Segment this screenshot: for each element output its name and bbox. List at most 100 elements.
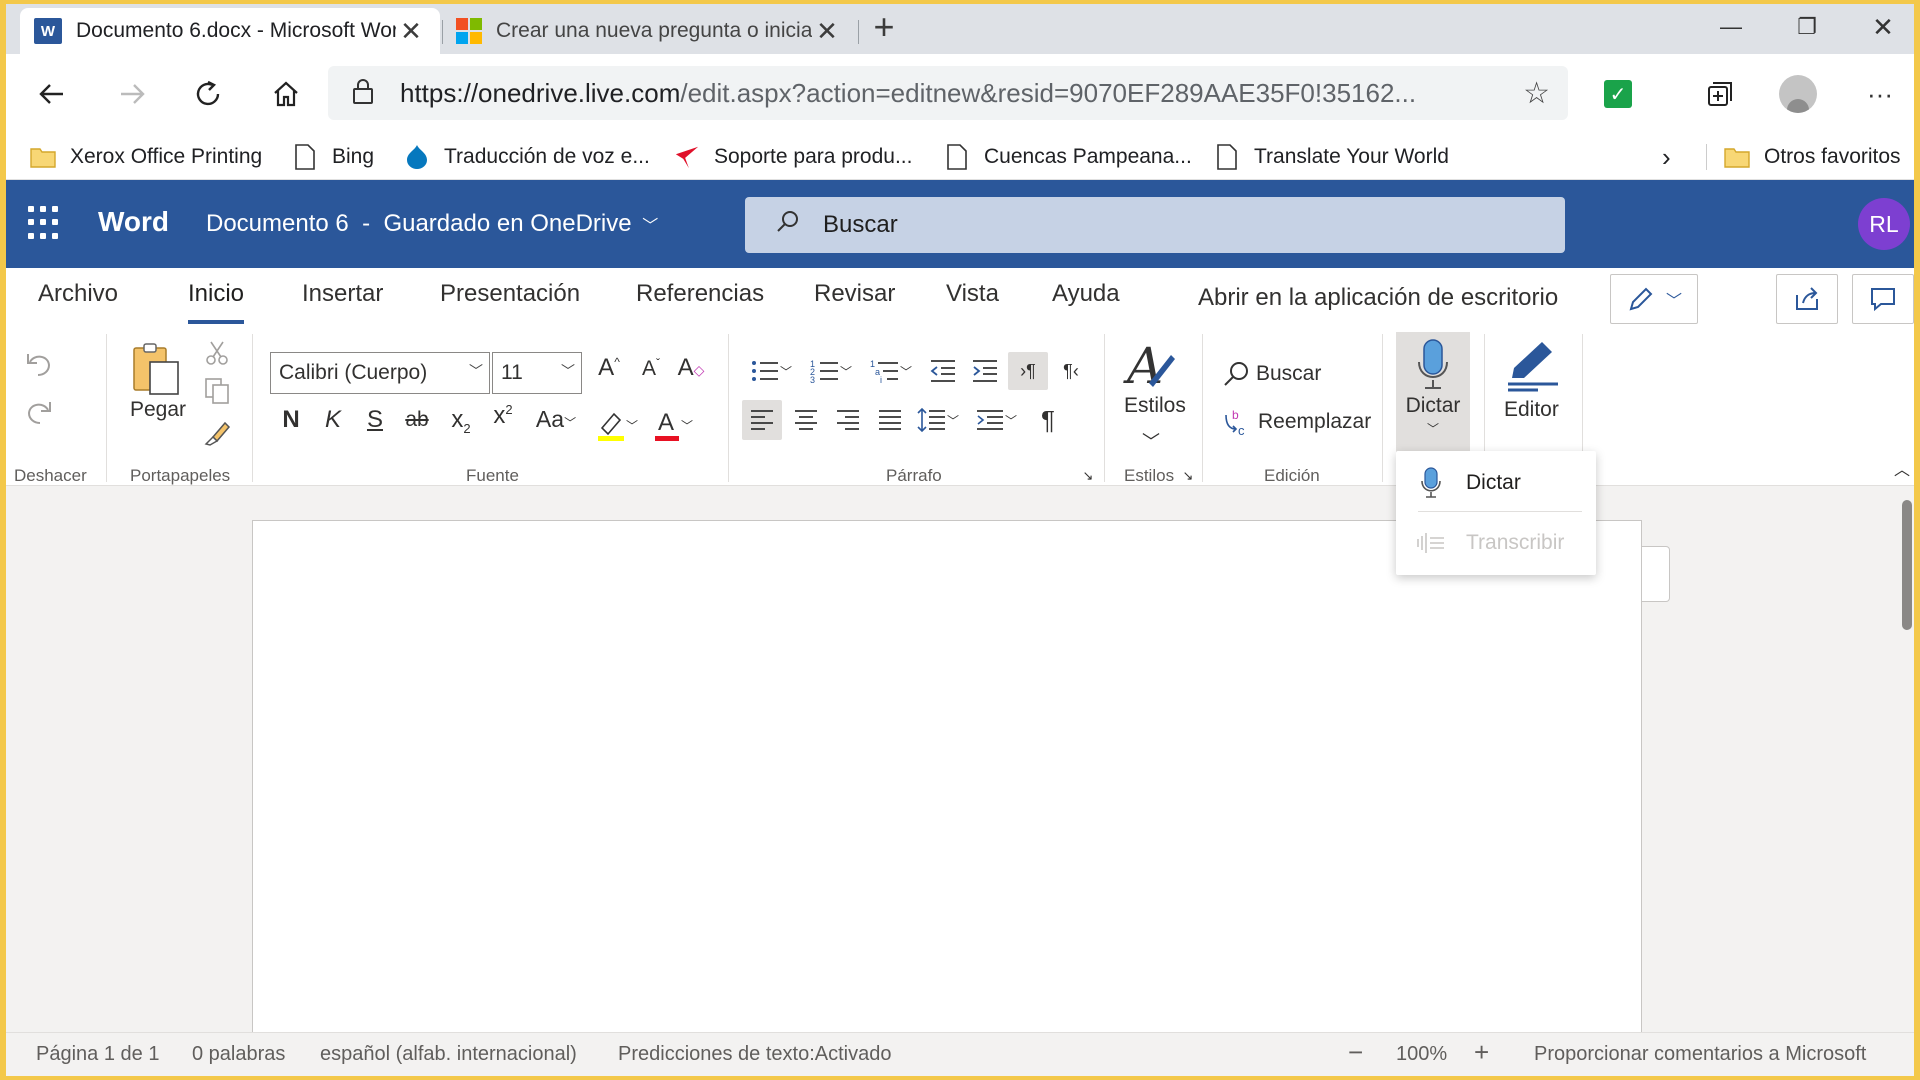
forward-button[interactable]	[108, 70, 156, 118]
align-center-icon[interactable]	[786, 400, 826, 440]
page-side-handle[interactable]	[1642, 546, 1670, 602]
paste-button[interactable]: Pegar	[130, 398, 186, 422]
shrink-font-icon[interactable]: Aˇ	[634, 356, 668, 381]
more-menu-button[interactable]: ···	[1856, 70, 1904, 118]
redo-icon[interactable]	[22, 396, 56, 430]
extension-check-icon[interactable]: ✓	[1594, 70, 1642, 118]
comments-button[interactable]	[1852, 274, 1914, 324]
tab-presentacion[interactable]: Presentación	[440, 280, 580, 308]
collapse-ribbon-icon[interactable]: ︿	[1892, 458, 1912, 479]
favorite-cuencas[interactable]: Cuencas Pampeana...	[944, 140, 1192, 174]
share-button[interactable]	[1776, 274, 1838, 324]
tab-archivo[interactable]: Archivo	[38, 280, 118, 308]
dictate-split-button[interactable]: Dictar ﹀	[1396, 332, 1470, 458]
highlight-color-button[interactable]: ﹀	[590, 406, 644, 444]
favorite-xerox[interactable]: Xerox Office Printing	[30, 140, 262, 174]
ltr-paragraph-icon[interactable]: ›¶	[1008, 352, 1048, 390]
tab-microsoft-community[interactable]: Crear una nueva pregunta o iniciar una d…	[442, 8, 856, 54]
increase-indent-icon[interactable]	[968, 354, 1002, 388]
grow-font-icon[interactable]: A^	[592, 354, 626, 382]
replace-button[interactable]: bc Reemplazar	[1222, 404, 1390, 440]
tab-ayuda[interactable]: Ayuda	[1052, 280, 1120, 308]
refresh-button[interactable]	[184, 70, 232, 118]
paste-icon[interactable]	[128, 338, 184, 400]
tab-word-document[interactable]: W Documento 6.docx - Microsoft Word Onli…	[20, 8, 440, 54]
text-predictions-status[interactable]: Predicciones de texto:Activado	[618, 1043, 892, 1066]
app-launcher-icon[interactable]	[28, 206, 62, 240]
close-tab-icon[interactable]: ✕	[812, 16, 842, 47]
chevron-right-icon[interactable]: ›	[1662, 140, 1671, 174]
dictate-menu-item[interactable]: Dictar	[1396, 457, 1596, 509]
strikethrough-button[interactable]: ab	[400, 408, 434, 432]
favorite-translate[interactable]: Translate Your World	[1214, 140, 1449, 174]
zoom-in-icon[interactable]: +	[1474, 1037, 1489, 1068]
italic-button[interactable]: K	[316, 406, 350, 434]
tab-revisar[interactable]: Revisar	[814, 280, 895, 308]
find-button[interactable]: Buscar	[1222, 356, 1390, 392]
styles-dialog-launcher-icon[interactable]: ↘	[1180, 468, 1196, 484]
tab-inicio[interactable]: Inicio	[188, 280, 245, 324]
underline-button[interactable]: S	[358, 406, 392, 434]
clear-formatting-icon[interactable]: A◇	[674, 354, 708, 382]
format-painter-icon[interactable]	[202, 416, 234, 448]
zoom-out-icon[interactable]: −	[1348, 1037, 1363, 1068]
close-tab-icon[interactable]: ✕	[396, 16, 426, 47]
word-count[interactable]: 0 palabras	[192, 1043, 285, 1066]
paragraph-spacing-button[interactable]: ﹀	[970, 400, 1022, 440]
restore-button[interactable]: ❐	[1772, 4, 1842, 50]
show-formatting-icon[interactable]: ¶	[1028, 400, 1068, 440]
editor-icon[interactable]	[1502, 336, 1564, 398]
rtl-paragraph-icon[interactable]: ¶‹	[1052, 352, 1090, 390]
font-size-dropdown[interactable]: 11 ﹀	[492, 352, 582, 394]
subscript-button[interactable]: x2	[444, 406, 478, 436]
cut-icon[interactable]	[202, 338, 232, 368]
favorite-soporte[interactable]: Soporte para produ...	[674, 140, 912, 174]
tab-insertar[interactable]: Insertar	[302, 280, 383, 308]
styles-button[interactable]: Estilos	[1124, 394, 1186, 418]
lock-icon[interactable]	[350, 76, 390, 111]
user-avatar[interactable]: RL	[1858, 198, 1910, 250]
editing-mode-button[interactable]: ﹀	[1610, 274, 1698, 324]
home-button[interactable]	[262, 70, 310, 118]
decrease-indent-icon[interactable]	[926, 354, 960, 388]
vertical-scrollbar[interactable]	[1902, 500, 1912, 630]
font-color-button[interactable]: A ﹀	[648, 406, 698, 444]
change-case-button[interactable]: Aa﹀	[528, 406, 584, 433]
editor-button[interactable]: Editor	[1504, 398, 1559, 422]
font-name-dropdown[interactable]: Calibri (Cuerpo) ﹀	[270, 352, 490, 394]
close-window-button[interactable]: ✕	[1848, 4, 1914, 50]
undo-icon[interactable]	[22, 348, 56, 382]
document-page[interactable]	[252, 520, 1642, 1050]
favorite-star-icon[interactable]: ☆	[1523, 76, 1550, 111]
paragraph-dialog-launcher-icon[interactable]: ↘	[1080, 468, 1096, 484]
justify-icon[interactable]	[870, 400, 910, 440]
address-bar[interactable]: https://onedrive.live.com/edit.aspx?acti…	[328, 66, 1568, 120]
minimize-button[interactable]: —	[1696, 4, 1766, 50]
back-button[interactable]	[28, 70, 76, 118]
line-spacing-button[interactable]: ﹀	[912, 400, 964, 440]
profile-button[interactable]	[1774, 70, 1822, 118]
numbering-button[interactable]: 1 2 3 ﹀	[806, 354, 856, 388]
favorite-bing[interactable]: Bing	[292, 140, 374, 174]
styles-expand-chevron-icon[interactable]: ﹀	[1136, 428, 1166, 454]
url-text[interactable]: https://onedrive.live.com/edit.aspx?acti…	[400, 78, 1470, 109]
multilevel-list-button[interactable]: 1 a i ﹀	[866, 354, 916, 388]
bullets-button[interactable]: ﹀	[746, 354, 796, 388]
align-right-icon[interactable]	[828, 400, 868, 440]
tab-vista[interactable]: Vista	[946, 280, 999, 308]
bold-button[interactable]: N	[274, 406, 308, 434]
other-favorites[interactable]: Otros favoritos	[1724, 140, 1901, 174]
styles-icon[interactable]: A	[1122, 338, 1180, 396]
app-name[interactable]: Word	[98, 206, 169, 238]
favorite-traduccion[interactable]: Traducción de voz e...	[404, 140, 650, 174]
copy-icon[interactable]	[202, 376, 232, 406]
zoom-level[interactable]: 100%	[1396, 1043, 1447, 1066]
language-status[interactable]: español (alfab. internacional)	[320, 1043, 577, 1066]
collections-button[interactable]	[1696, 70, 1744, 118]
tab-referencias[interactable]: Referencias	[636, 280, 764, 308]
new-tab-button[interactable]: +	[864, 8, 904, 48]
search-input[interactable]: Buscar	[745, 197, 1565, 253]
feedback-link[interactable]: Proporcionar comentarios a Microsoft	[1534, 1043, 1866, 1066]
superscript-button[interactable]: x2	[486, 402, 520, 430]
align-left-icon[interactable]	[742, 400, 782, 440]
